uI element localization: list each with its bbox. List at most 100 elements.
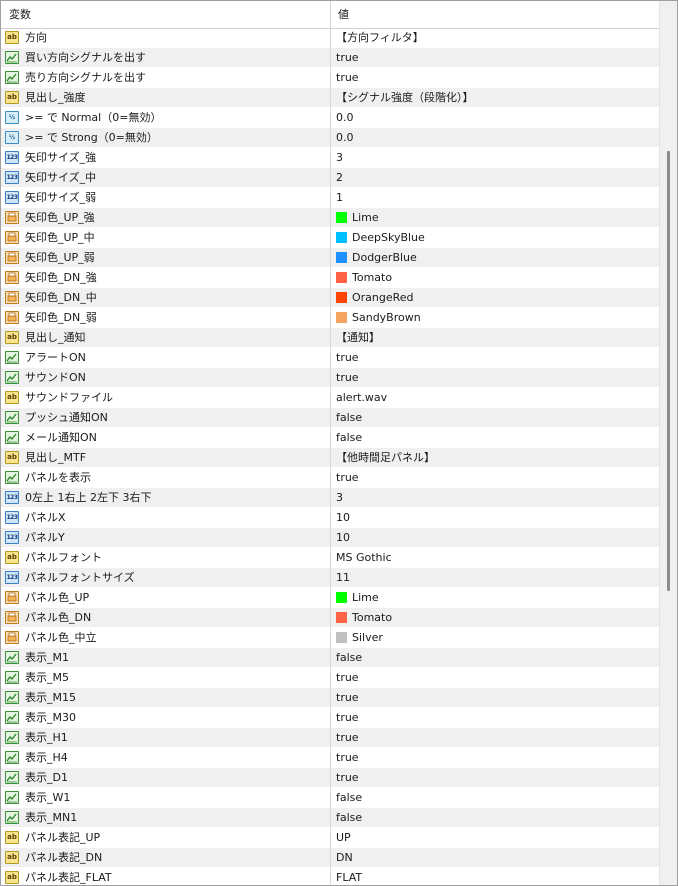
- parameter-row[interactable]: 表示_H4 true: [1, 748, 659, 768]
- parameter-row[interactable]: 表示_M1 false: [1, 648, 659, 668]
- parameter-value-cell[interactable]: Lime: [332, 588, 659, 608]
- color-swatch[interactable]: [336, 612, 347, 623]
- parameter-row[interactable]: ab パネル表記_UP UP: [1, 828, 659, 848]
- parameter-name-cell[interactable]: 表示_H1: [1, 728, 331, 748]
- parameter-name-cell[interactable]: 矢印色_DN_中: [1, 288, 331, 308]
- parameter-name-cell[interactable]: 矢印色_DN_強: [1, 268, 331, 288]
- parameter-value-cell[interactable]: 3: [332, 148, 659, 168]
- color-swatch[interactable]: [336, 592, 347, 603]
- parameter-row[interactable]: ab パネル表記_FLAT FLAT: [1, 868, 659, 885]
- parameter-name-cell[interactable]: メール通知ON: [1, 428, 331, 448]
- parameter-name-cell[interactable]: 矢印色_UP_強: [1, 208, 331, 228]
- column-header-value[interactable]: 値: [332, 1, 659, 28]
- color-swatch[interactable]: [336, 292, 347, 303]
- color-swatch[interactable]: [336, 252, 347, 263]
- parameter-name-cell[interactable]: 表示_M15: [1, 688, 331, 708]
- parameter-row[interactable]: 売り方向シグナルを出す true: [1, 68, 659, 88]
- parameter-row[interactable]: 表示_M30 true: [1, 708, 659, 728]
- parameter-value-cell[interactable]: true: [332, 708, 659, 728]
- parameter-row[interactable]: 123 パネルフォントサイズ 11: [1, 568, 659, 588]
- parameter-name-cell[interactable]: パネル色_中立: [1, 628, 331, 648]
- parameter-name-cell[interactable]: ab パネルフォント: [1, 548, 331, 568]
- parameter-name-cell[interactable]: 123 矢印サイズ_強: [1, 148, 331, 168]
- parameter-row[interactable]: 矢印色_DN_弱 SandyBrown: [1, 308, 659, 328]
- parameter-value-cell[interactable]: 10: [332, 528, 659, 548]
- parameter-row[interactable]: 表示_D1 true: [1, 768, 659, 788]
- parameter-row[interactable]: 123 パネルY 10: [1, 528, 659, 548]
- parameter-row[interactable]: 123 パネルX 10: [1, 508, 659, 528]
- parameter-name-cell[interactable]: 買い方向シグナルを出す: [1, 48, 331, 68]
- parameter-value-cell[interactable]: 【他時間足パネル】: [332, 448, 659, 468]
- parameter-row[interactable]: ab パネルフォント MS Gothic: [1, 548, 659, 568]
- parameter-name-cell[interactable]: 表示_M30: [1, 708, 331, 728]
- parameter-value-cell[interactable]: Lime: [332, 208, 659, 228]
- parameter-value-cell[interactable]: false: [332, 788, 659, 808]
- parameter-name-cell[interactable]: アラートON: [1, 348, 331, 368]
- parameter-row[interactable]: 矢印色_DN_中 OrangeRed: [1, 288, 659, 308]
- parameter-name-cell[interactable]: ab 見出し_通知: [1, 328, 331, 348]
- parameter-row[interactable]: 矢印色_UP_強 Lime: [1, 208, 659, 228]
- color-swatch[interactable]: [336, 212, 347, 223]
- parameter-row[interactable]: 矢印色_UP_弱 DodgerBlue: [1, 248, 659, 268]
- parameter-name-cell[interactable]: 矢印色_UP_弱: [1, 248, 331, 268]
- parameter-row[interactable]: アラートON true: [1, 348, 659, 368]
- parameter-value-cell[interactable]: false: [332, 808, 659, 828]
- parameter-name-cell[interactable]: ab サウンドファイル: [1, 388, 331, 408]
- parameter-value-cell[interactable]: Silver: [332, 628, 659, 648]
- parameter-value-cell[interactable]: true: [332, 468, 659, 488]
- parameter-name-cell[interactable]: ab パネル表記_FLAT: [1, 868, 331, 885]
- parameter-row[interactable]: 表示_M15 true: [1, 688, 659, 708]
- vertical-scrollbar[interactable]: [659, 1, 677, 885]
- parameter-row[interactable]: 矢印色_DN_強 Tomato: [1, 268, 659, 288]
- parameter-row[interactable]: ab パネル表記_DN DN: [1, 848, 659, 868]
- parameter-name-cell[interactable]: 123 パネルフォントサイズ: [1, 568, 331, 588]
- parameter-value-cell[interactable]: 11: [332, 568, 659, 588]
- parameter-name-cell[interactable]: パネル色_DN: [1, 608, 331, 628]
- parameter-value-cell[interactable]: 【シグナル強度（段階化）】: [332, 88, 659, 108]
- parameter-name-cell[interactable]: 123 パネルX: [1, 508, 331, 528]
- parameter-value-cell[interactable]: 0.0: [332, 128, 659, 148]
- parameter-value-cell[interactable]: true: [332, 728, 659, 748]
- parameter-name-cell[interactable]: ½ >= で Strong（0=無効）: [1, 128, 331, 148]
- parameter-value-cell[interactable]: true: [332, 688, 659, 708]
- parameter-name-cell[interactable]: 表示_H4: [1, 748, 331, 768]
- parameter-name-cell[interactable]: プッシュ通知ON: [1, 408, 331, 428]
- parameter-row[interactable]: 123 矢印サイズ_強 3: [1, 148, 659, 168]
- parameter-row[interactable]: パネルを表示 true: [1, 468, 659, 488]
- parameter-row[interactable]: 123 0左上 1右上 2左下 3右下 3: [1, 488, 659, 508]
- parameter-value-cell[interactable]: alert.wav: [332, 388, 659, 408]
- parameter-row[interactable]: 表示_H1 true: [1, 728, 659, 748]
- parameter-value-cell[interactable]: 10: [332, 508, 659, 528]
- parameter-value-cell[interactable]: UP: [332, 828, 659, 848]
- parameter-name-cell[interactable]: 表示_M5: [1, 668, 331, 688]
- parameter-name-cell[interactable]: 表示_W1: [1, 788, 331, 808]
- parameter-value-cell[interactable]: true: [332, 748, 659, 768]
- parameter-row[interactable]: ab 見出し_通知 【通知】: [1, 328, 659, 348]
- parameter-value-cell[interactable]: true: [332, 368, 659, 388]
- color-swatch[interactable]: [336, 312, 347, 323]
- parameter-name-cell[interactable]: パネル色_UP: [1, 588, 331, 608]
- parameter-row[interactable]: 表示_MN1 false: [1, 808, 659, 828]
- color-swatch[interactable]: [336, 232, 347, 243]
- parameter-value-cell[interactable]: DeepSkyBlue: [332, 228, 659, 248]
- parameter-name-cell[interactable]: 123 矢印サイズ_中: [1, 168, 331, 188]
- parameter-value-cell[interactable]: true: [332, 768, 659, 788]
- parameter-value-cell[interactable]: 【通知】: [332, 328, 659, 348]
- parameter-row[interactable]: ab 方向 【方向フィルタ】: [1, 28, 659, 48]
- parameter-value-cell[interactable]: false: [332, 648, 659, 668]
- parameter-name-cell[interactable]: 表示_D1: [1, 768, 331, 788]
- color-swatch[interactable]: [336, 272, 347, 283]
- parameter-row[interactable]: パネル色_DN Tomato: [1, 608, 659, 628]
- parameter-value-cell[interactable]: Tomato: [332, 608, 659, 628]
- parameter-row[interactable]: パネル色_UP Lime: [1, 588, 659, 608]
- parameter-name-cell[interactable]: 売り方向シグナルを出す: [1, 68, 331, 88]
- parameter-row[interactable]: 矢印色_UP_中 DeepSkyBlue: [1, 228, 659, 248]
- parameter-row[interactable]: ½ >= で Normal（0=無効） 0.0: [1, 108, 659, 128]
- parameter-value-cell[interactable]: true: [332, 48, 659, 68]
- parameter-row[interactable]: 表示_M5 true: [1, 668, 659, 688]
- scrollbar-thumb[interactable]: [667, 151, 670, 591]
- parameter-name-cell[interactable]: ab 見出し_強度: [1, 88, 331, 108]
- parameter-name-cell[interactable]: 123 0左上 1右上 2左下 3右下: [1, 488, 331, 508]
- parameter-name-cell[interactable]: ab パネル表記_UP: [1, 828, 331, 848]
- parameter-row[interactable]: 表示_W1 false: [1, 788, 659, 808]
